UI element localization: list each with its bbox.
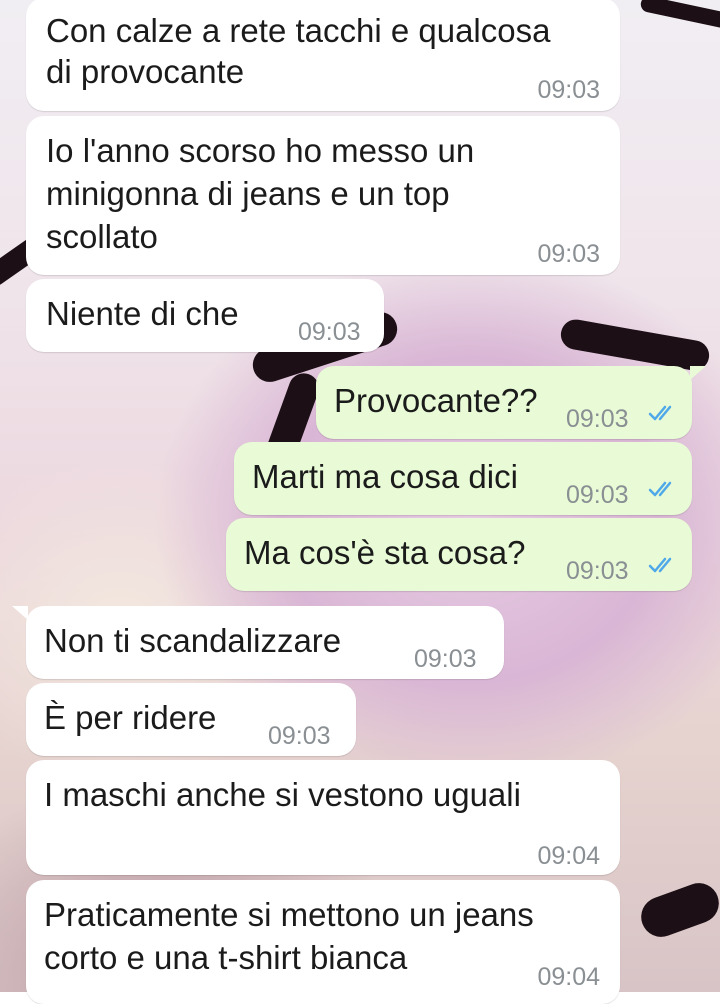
- message-bubble-incoming[interactable]: È per ridere 09:03: [26, 683, 356, 756]
- message-bubble-outgoing[interactable]: Marti ma cosa dici 09:03: [234, 442, 692, 515]
- message-bubble-incoming[interactable]: Praticamente si mettono un jeans corto e…: [26, 880, 620, 1004]
- message-text: Praticamente si mettono un jeans: [44, 896, 534, 933]
- message-text: Niente di che: [46, 295, 239, 332]
- message-text: Io l'anno scorso ho messo un: [46, 132, 475, 169]
- message-bubble-incoming[interactable]: Con calze a rete tacchi e qualcosa di pr…: [26, 0, 620, 111]
- message-text: È per ridere: [44, 699, 217, 736]
- message-timestamp: 09:03: [537, 240, 600, 268]
- message-timestamp: 09:03: [566, 481, 629, 509]
- double-check-icon: [648, 557, 672, 573]
- message-timestamp: 09:03: [298, 318, 361, 346]
- message-text: minigonna di jeans e un top: [46, 175, 450, 212]
- double-check-icon: [648, 405, 672, 421]
- double-check-icon: [648, 481, 672, 497]
- message-timestamp: 09:04: [537, 842, 600, 870]
- bubble-tail: [690, 366, 706, 380]
- message-text: corto e una t-shirt bianca: [44, 939, 408, 976]
- message-text: Ma cos'è sta cosa?: [244, 534, 526, 571]
- message-text: di provocante: [46, 53, 245, 90]
- message-bubble-outgoing[interactable]: Provocante?? 09:03: [316, 366, 692, 439]
- message-timestamp: 09:03: [566, 557, 629, 585]
- message-text: Non ti scandalizzare: [44, 622, 342, 659]
- wallpaper-eye-right: [558, 317, 712, 373]
- message-timestamp: 09:03: [566, 405, 629, 433]
- bubble-tail: [12, 606, 28, 620]
- message-text: Marti ma cosa dici: [252, 458, 518, 495]
- message-bubble-incoming[interactable]: Io l'anno scorso ho messo un minigonna d…: [26, 116, 620, 275]
- message-timestamp: 09:03: [268, 722, 331, 750]
- message-text: Con calze a rete tacchi e qualcosa: [46, 12, 551, 49]
- message-bubble-incoming[interactable]: Niente di che 09:03: [26, 279, 384, 352]
- message-timestamp: 09:03: [537, 76, 600, 104]
- message-text: scollato: [46, 218, 158, 255]
- message-bubble-incoming[interactable]: Non ti scandalizzare 09:03: [26, 606, 504, 679]
- message-text: I maschi anche si vestono uguali: [44, 776, 521, 813]
- wallpaper-stroke-top-right: [639, 0, 720, 30]
- message-bubble-incoming[interactable]: I maschi anche si vestono uguali 09:04: [26, 760, 620, 875]
- message-text: Provocante??: [334, 382, 538, 419]
- wallpaper-stroke-bottom-right: [635, 877, 720, 943]
- message-timestamp: 09:03: [414, 645, 477, 673]
- message-bubble-outgoing[interactable]: Ma cos'è sta cosa? 09:03: [226, 518, 692, 591]
